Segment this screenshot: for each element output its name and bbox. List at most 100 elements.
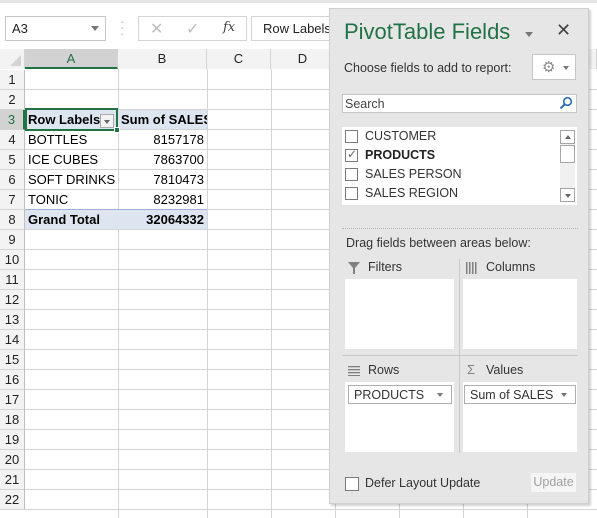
field-label: PRODUCTS: [365, 148, 436, 162]
gear-icon: ⚙: [542, 59, 556, 76]
row-header-15[interactable]: 15: [0, 350, 25, 370]
gridline-horizontal: [25, 509, 597, 510]
field-checkbox[interactable]: [345, 168, 358, 181]
pivot-value-header[interactable]: Sum of SALES: [118, 110, 207, 129]
row-header-14[interactable]: 14: [0, 330, 25, 350]
select-all-icon: [10, 55, 21, 66]
scroll-down-button[interactable]: [560, 188, 575, 202]
arrow-up-icon: [565, 135, 571, 139]
search-icon[interactable]: [559, 96, 573, 110]
filter-icon: [348, 262, 360, 274]
pivot-row-label[interactable]: BOTTLES: [25, 130, 118, 149]
row-header-7[interactable]: 7: [0, 190, 25, 210]
row-header-22[interactable]: 22: [0, 490, 25, 510]
pivot-row-label[interactable]: SOFT DRINKS: [25, 170, 118, 189]
area-divider-vertical: [459, 259, 460, 453]
tools-button[interactable]: ⚙: [532, 54, 576, 80]
chevron-down-icon[interactable]: [437, 393, 443, 397]
row-header-2[interactable]: 2: [0, 90, 25, 110]
rows-field-pill[interactable]: PRODUCTS: [348, 385, 452, 404]
row-labels-filter-button[interactable]: [100, 114, 114, 128]
search-input[interactable]: [345, 95, 555, 112]
row-header-17[interactable]: 17: [0, 390, 25, 410]
fill-handle[interactable]: [114, 127, 120, 133]
defer-layout-update[interactable]: Defer Layout Update: [345, 475, 505, 493]
field-item-sales-region[interactable]: SALES REGION: [345, 184, 555, 203]
update-button[interactable]: Update: [530, 472, 577, 493]
defer-checkbox[interactable]: [345, 477, 359, 491]
arrow-down-icon: [565, 194, 571, 198]
cancel-icon[interactable]: ✕: [150, 19, 163, 39]
row-header-11[interactable]: 11: [0, 270, 25, 290]
choose-fields-label: Choose fields to add to report:: [344, 61, 512, 75]
values-area-title: Values: [486, 363, 524, 377]
row-header-3[interactable]: 3: [0, 110, 25, 130]
row-header-9[interactable]: 9: [0, 230, 25, 250]
row-header-4[interactable]: 4: [0, 130, 25, 150]
select-all-button[interactable]: [0, 49, 25, 69]
field-label: SALES PERSON: [365, 167, 462, 181]
row-header-13[interactable]: 13: [0, 310, 25, 330]
pane-options-chevron-icon[interactable]: [525, 32, 533, 37]
values-field-pill[interactable]: Sum of SALES: [464, 385, 576, 404]
drag-fields-label: Drag fields between areas below:: [346, 236, 531, 250]
column-header-d[interactable]: D: [271, 49, 335, 69]
pivot-row-value[interactable]: 8232981: [118, 190, 207, 209]
row-header-19[interactable]: 19: [0, 430, 25, 450]
field-checkbox[interactable]: [345, 130, 358, 143]
field-label: SALES REGION: [365, 186, 459, 200]
pivot-row-value[interactable]: 8157178: [118, 130, 207, 149]
pivot-row-value[interactable]: 7863700: [118, 150, 207, 169]
row-header-21[interactable]: 21: [0, 470, 25, 490]
grand-total-label[interactable]: Grand Total: [25, 209, 118, 229]
divider: [342, 228, 578, 229]
field-list-scrollbar[interactable]: [560, 130, 575, 202]
row-header-6[interactable]: 6: [0, 170, 25, 190]
column-header-b[interactable]: B: [118, 49, 207, 69]
rows-drop-area[interactable]: PRODUCTS: [345, 382, 454, 452]
pivot-row-label[interactable]: TONIC: [25, 190, 118, 209]
field-item-customer[interactable]: CUSTOMER: [345, 127, 555, 146]
values-drop-area[interactable]: Sum of SALES: [463, 382, 577, 452]
chevron-down-icon[interactable]: [561, 393, 567, 397]
scroll-thumb[interactable]: [560, 145, 575, 163]
filters-drop-area[interactable]: [345, 279, 454, 349]
pivot-row-value[interactable]: 7810473: [118, 170, 207, 189]
row-header-18[interactable]: 18: [0, 410, 25, 430]
rows-field-label: PRODUCTS: [354, 388, 425, 402]
area-divider-horizontal: [342, 355, 578, 356]
field-item-sales-person[interactable]: SALES PERSON: [345, 165, 555, 184]
row-header-1[interactable]: 1: [0, 70, 25, 90]
name-box[interactable]: A3: [5, 16, 106, 41]
field-checkbox[interactable]: ✓: [345, 147, 358, 162]
drag-handle-icon[interactable]: · · ·: [120, 15, 124, 40]
row-header-8[interactable]: 8: [0, 210, 25, 230]
chevron-down-icon[interactable]: [91, 26, 99, 31]
field-item-products[interactable]: ✓ PRODUCTS: [345, 146, 555, 165]
field-checkbox[interactable]: [345, 187, 358, 200]
row-header-5[interactable]: 5: [0, 150, 25, 170]
defer-label: Defer Layout Update: [365, 476, 481, 490]
row-header-16[interactable]: 16: [0, 370, 25, 390]
enter-icon[interactable]: ✓: [186, 19, 199, 39]
scroll-up-button[interactable]: [560, 130, 575, 144]
column-header-c[interactable]: C: [207, 49, 271, 69]
gridline-vertical: [207, 69, 208, 518]
values-field-label: Sum of SALES: [470, 388, 554, 402]
grand-total-value[interactable]: 32064332: [118, 209, 207, 229]
row-header-12[interactable]: 12: [0, 290, 25, 310]
pane-title: PivotTable Fields: [344, 19, 511, 44]
chevron-down-icon: [104, 120, 110, 124]
columns-drop-area[interactable]: [463, 279, 577, 349]
row-header-10[interactable]: 10: [0, 250, 25, 270]
rows-area-title: Rows: [368, 363, 400, 377]
field-list: CUSTOMER ✓ PRODUCTS SALES PERSON SALES R…: [342, 127, 577, 205]
sigma-icon: Σ: [467, 362, 476, 377]
columns-area-title: Columns: [486, 260, 536, 274]
row-header-20[interactable]: 20: [0, 450, 25, 470]
column-header-a[interactable]: A: [25, 49, 118, 69]
pivot-row-label[interactable]: ICE CUBES: [25, 150, 118, 169]
columns-icon: [466, 262, 477, 274]
insert-function-icon[interactable]: fx: [223, 20, 235, 35]
close-icon[interactable]: ✕: [556, 20, 571, 41]
